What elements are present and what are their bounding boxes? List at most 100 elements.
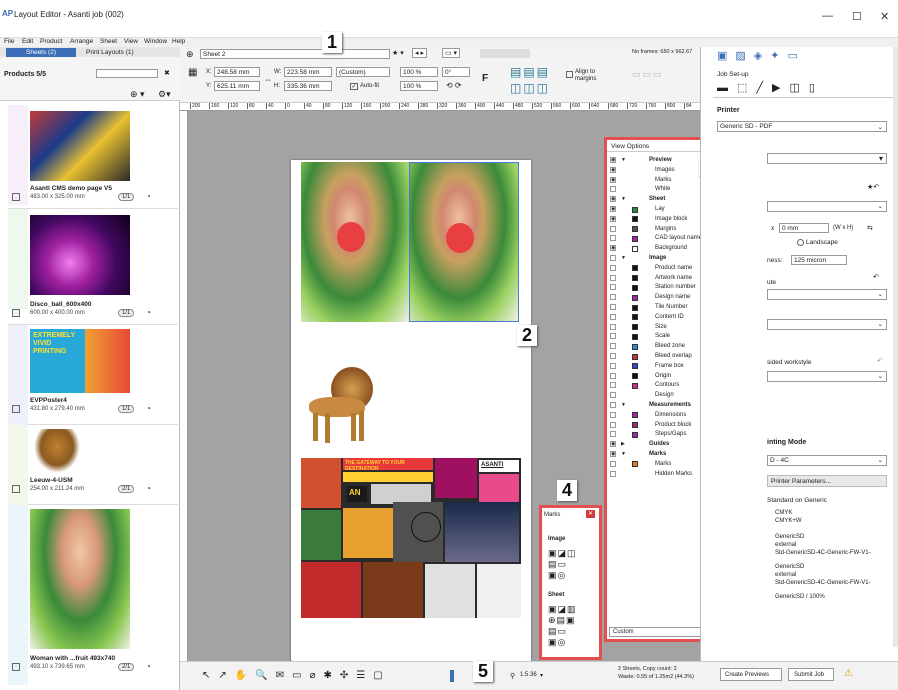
color-list-item[interactable]: CMYK+W	[775, 517, 898, 525]
eye-icon[interactable]	[610, 402, 616, 408]
minimize-button[interactable]: —	[822, 10, 833, 22]
add-sheet-icon[interactable]: ⊕	[186, 49, 194, 60]
eye-icon[interactable]	[610, 362, 616, 369]
color-swatch[interactable]	[632, 353, 638, 360]
align-margins-checkbox[interactable]	[566, 71, 573, 78]
eye-icon[interactable]: ◉	[610, 157, 616, 163]
distribute-icons[interactable]: ◫◫◫	[510, 81, 550, 95]
menu-file[interactable]: File	[4, 38, 14, 45]
gear-icon[interactable]: ⚙▾	[158, 89, 171, 100]
panel-tab-icons[interactable]: ▣▨◈✦▭	[717, 49, 806, 62]
color-swatch[interactable]	[632, 284, 638, 291]
refresh-icon[interactable]: ◔	[146, 192, 151, 201]
sheet-nav-arrows[interactable]: ◂ ▸	[412, 48, 427, 58]
scale-x-field[interactable]: 100 %	[400, 67, 438, 77]
warning-icon[interactable]: ⚠	[844, 668, 853, 679]
color-swatch[interactable]	[632, 324, 638, 331]
eye-icon[interactable]	[610, 411, 616, 418]
autofit-checkbox[interactable]: ✓	[350, 83, 358, 90]
x-field[interactable]: 248.58 mm	[214, 67, 260, 77]
sheet-name-field[interactable]: Sheet 2	[200, 49, 390, 59]
refresh-icon[interactable]: ◔	[146, 308, 151, 317]
artwork-lion[interactable]	[303, 365, 393, 447]
refresh-icon[interactable]: ◔	[146, 662, 151, 671]
height-field[interactable]: 335.36 mm	[284, 81, 332, 91]
color-swatch[interactable]	[632, 363, 638, 370]
card-color-swatch[interactable]	[12, 193, 20, 201]
filter-clear-icon[interactable]: ✖	[164, 69, 170, 77]
eye-icon[interactable]: ◉	[610, 166, 616, 173]
color-swatch[interactable]	[632, 314, 638, 321]
option-select[interactable]: ⌄	[767, 289, 887, 300]
collapse-icon[interactable]: ▼	[621, 255, 626, 261]
color-swatch[interactable]	[632, 373, 638, 380]
sheet-type-dropdown[interactable]: ▭ ▾	[442, 48, 461, 58]
sheet-dropdown-icon[interactable]: ★ ▾	[392, 49, 404, 57]
color-swatch[interactable]	[632, 343, 638, 350]
align-icons[interactable]: ▤▤▤	[510, 65, 550, 79]
reset-icon[interactable]: ↶	[877, 357, 883, 365]
color-swatch[interactable]	[632, 461, 638, 468]
eye-icon[interactable]: ◉	[610, 245, 616, 252]
landscape-radio[interactable]	[797, 239, 804, 246]
canvas-tool-icons[interactable]: ↖↗✋🔍✉▭⌀✱✣☰▢	[202, 670, 391, 681]
eye-icon[interactable]	[610, 421, 616, 428]
submit-job-button[interactable]: Submit Job	[788, 668, 834, 681]
y-field[interactable]: 625.11 mm	[214, 81, 260, 91]
color-swatch[interactable]	[632, 235, 638, 242]
swap-icon[interactable]: ⇆	[867, 224, 873, 232]
color-list-item[interactable]: Std-GenericSD-4C-Generic-FW-V1-	[775, 579, 898, 587]
front-back-toggle[interactable]: F	[482, 73, 488, 84]
right-scrollbar[interactable]	[893, 47, 898, 647]
color-swatch[interactable]	[632, 294, 638, 301]
color-swatch[interactable]	[632, 216, 638, 223]
eye-icon[interactable]	[610, 313, 616, 320]
eye-icon[interactable]	[610, 353, 616, 359]
product-card[interactable]: Asanti CMS demo page V5 483.00 x 325.00 …	[8, 105, 178, 209]
color-swatch[interactable]	[632, 333, 638, 340]
link-icon[interactable]: ⇔	[264, 75, 272, 84]
eye-icon[interactable]	[610, 392, 616, 399]
product-card[interactable]: Disco_ball_600x400 600.00 x 400.00 mm 1/…	[8, 209, 178, 325]
card-color-swatch[interactable]	[12, 405, 20, 413]
collapse-icon[interactable]: ▼	[621, 157, 626, 163]
eye-icon[interactable]: ◉	[610, 215, 616, 222]
eye-icon[interactable]	[610, 460, 616, 467]
menu-arrange[interactable]: Arrange	[70, 38, 93, 45]
maximize-button[interactable]: ☐	[852, 10, 862, 23]
artwork-woman-1[interactable]	[301, 162, 409, 322]
card-color-swatch[interactable]	[12, 485, 20, 493]
color-list-item[interactable]: GenericSD	[775, 533, 898, 541]
reference-point-icon[interactable]: ▦	[188, 68, 197, 78]
color-list-item[interactable]: external	[775, 571, 898, 579]
eye-icon[interactable]: ◉	[610, 441, 616, 448]
eye-icon[interactable]: ◉	[610, 206, 616, 212]
eye-icon[interactable]	[610, 343, 616, 350]
eye-icon[interactable]	[610, 470, 616, 477]
color-swatch[interactable]	[632, 245, 638, 252]
create-previews-button[interactable]: Create Previews	[720, 668, 782, 681]
printing-mode-select[interactable]: D - 4C ⌄	[767, 455, 887, 466]
product-filter-input[interactable]	[96, 69, 158, 78]
refresh-icon[interactable]: ◔	[146, 404, 151, 413]
artwork-woman-2[interactable]	[409, 162, 519, 322]
eye-icon[interactable]	[610, 225, 616, 232]
artwork-collage[interactable]: THE GATEWAY TO YOUR DESTINATION AN ASANT…	[301, 458, 521, 618]
color-list-item[interactable]: CMYK	[775, 509, 898, 517]
rotation-field[interactable]: 0°	[442, 67, 470, 77]
eye-icon[interactable]	[610, 431, 616, 438]
workstyle-select[interactable]: ⌄	[767, 371, 887, 382]
card-color-swatch[interactable]	[12, 663, 20, 671]
eye-icon[interactable]	[610, 264, 616, 271]
add-product-icon[interactable]: ⊕ ▾	[130, 89, 145, 100]
eye-icon[interactable]	[610, 284, 616, 291]
eye-icon[interactable]: ◉	[610, 176, 616, 183]
eye-icon[interactable]	[610, 382, 616, 389]
eye-icon[interactable]	[610, 274, 616, 281]
eye-icon[interactable]	[610, 294, 616, 301]
menu-product[interactable]: Product	[40, 38, 62, 45]
card-color-swatch[interactable]	[12, 309, 20, 317]
color-list-item[interactable]: GenericSD	[775, 563, 898, 571]
media-select[interactable]: ▾	[767, 153, 887, 164]
refresh-icon[interactable]: ◔	[146, 484, 151, 493]
